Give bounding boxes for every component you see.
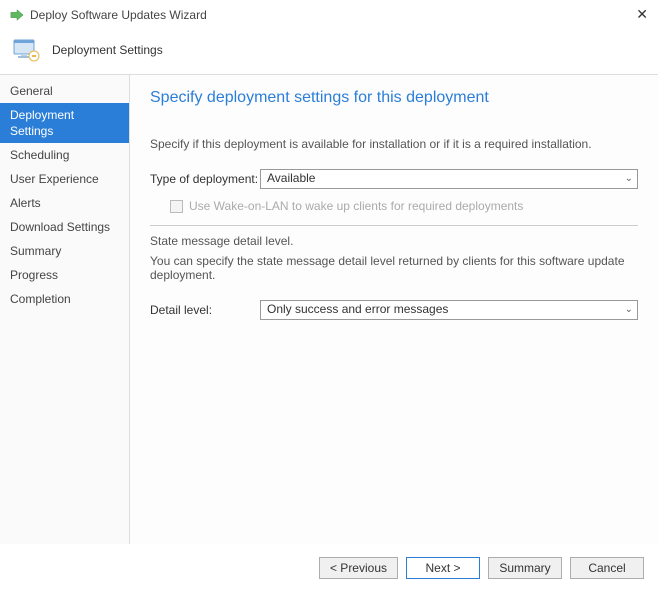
type-of-deployment-select[interactable]: Available ⌄ xyxy=(260,169,638,189)
chevron-down-icon: ⌄ xyxy=(625,304,633,315)
wizard-arrow-icon xyxy=(10,8,24,22)
window-title: Deploy Software Updates Wizard xyxy=(30,8,207,22)
state-message-description: You can specify the state message detail… xyxy=(150,254,638,282)
sidebar-item-completion[interactable]: Completion xyxy=(0,287,129,311)
wake-on-lan-checkbox xyxy=(170,200,183,213)
detail-level-label: Detail level: xyxy=(150,303,260,317)
detail-level-select[interactable]: Only success and error messages ⌄ xyxy=(260,300,638,320)
type-of-deployment-row: Type of deployment: Available ⌄ xyxy=(150,169,638,189)
wizard-header: Deployment Settings xyxy=(0,30,658,74)
sidebar-item-download-settings[interactable]: Download Settings xyxy=(0,215,129,239)
state-message-title: State message detail level. xyxy=(150,234,638,248)
summary-button[interactable]: Summary xyxy=(488,557,562,579)
titlebar: Deploy Software Updates Wizard ✕ xyxy=(0,0,658,30)
next-button[interactable]: Next > xyxy=(406,557,480,579)
wizard-body: General Deployment Settings Scheduling U… xyxy=(0,74,658,544)
wake-on-lan-label: Use Wake-on-LAN to wake up clients for r… xyxy=(189,199,523,213)
detail-level-row: Detail level: Only success and error mes… xyxy=(150,300,638,320)
cancel-button[interactable]: Cancel xyxy=(570,557,644,579)
sidebar-item-summary[interactable]: Summary xyxy=(0,239,129,263)
wizard-footer: < Previous Next > Summary Cancel xyxy=(0,545,658,590)
content-description: Specify if this deployment is available … xyxy=(150,137,638,151)
wizard-sidebar: General Deployment Settings Scheduling U… xyxy=(0,75,130,544)
chevron-down-icon: ⌄ xyxy=(625,173,633,184)
wake-on-lan-row: Use Wake-on-LAN to wake up clients for r… xyxy=(170,199,638,213)
sidebar-item-scheduling[interactable]: Scheduling xyxy=(0,143,129,167)
sidebar-item-general[interactable]: General xyxy=(0,79,129,103)
sidebar-item-alerts[interactable]: Alerts xyxy=(0,191,129,215)
section-separator xyxy=(150,225,638,226)
page-title: Deployment Settings xyxy=(52,43,163,57)
previous-button[interactable]: < Previous xyxy=(319,557,398,579)
sidebar-item-user-experience[interactable]: User Experience xyxy=(0,167,129,191)
type-of-deployment-value: Available xyxy=(267,171,315,185)
detail-level-value: Only success and error messages xyxy=(267,302,448,316)
software-update-icon xyxy=(10,34,42,66)
close-button[interactable]: ✕ xyxy=(636,6,648,23)
type-of-deployment-label: Type of deployment: xyxy=(150,172,260,186)
sidebar-item-deployment-settings[interactable]: Deployment Settings xyxy=(0,103,129,143)
content-heading: Specify deployment settings for this dep… xyxy=(150,89,638,107)
sidebar-item-progress[interactable]: Progress xyxy=(0,263,129,287)
content-panel: Specify deployment settings for this dep… xyxy=(130,75,658,544)
wizard-window: Deploy Software Updates Wizard ✕ Deploym… xyxy=(0,0,658,590)
